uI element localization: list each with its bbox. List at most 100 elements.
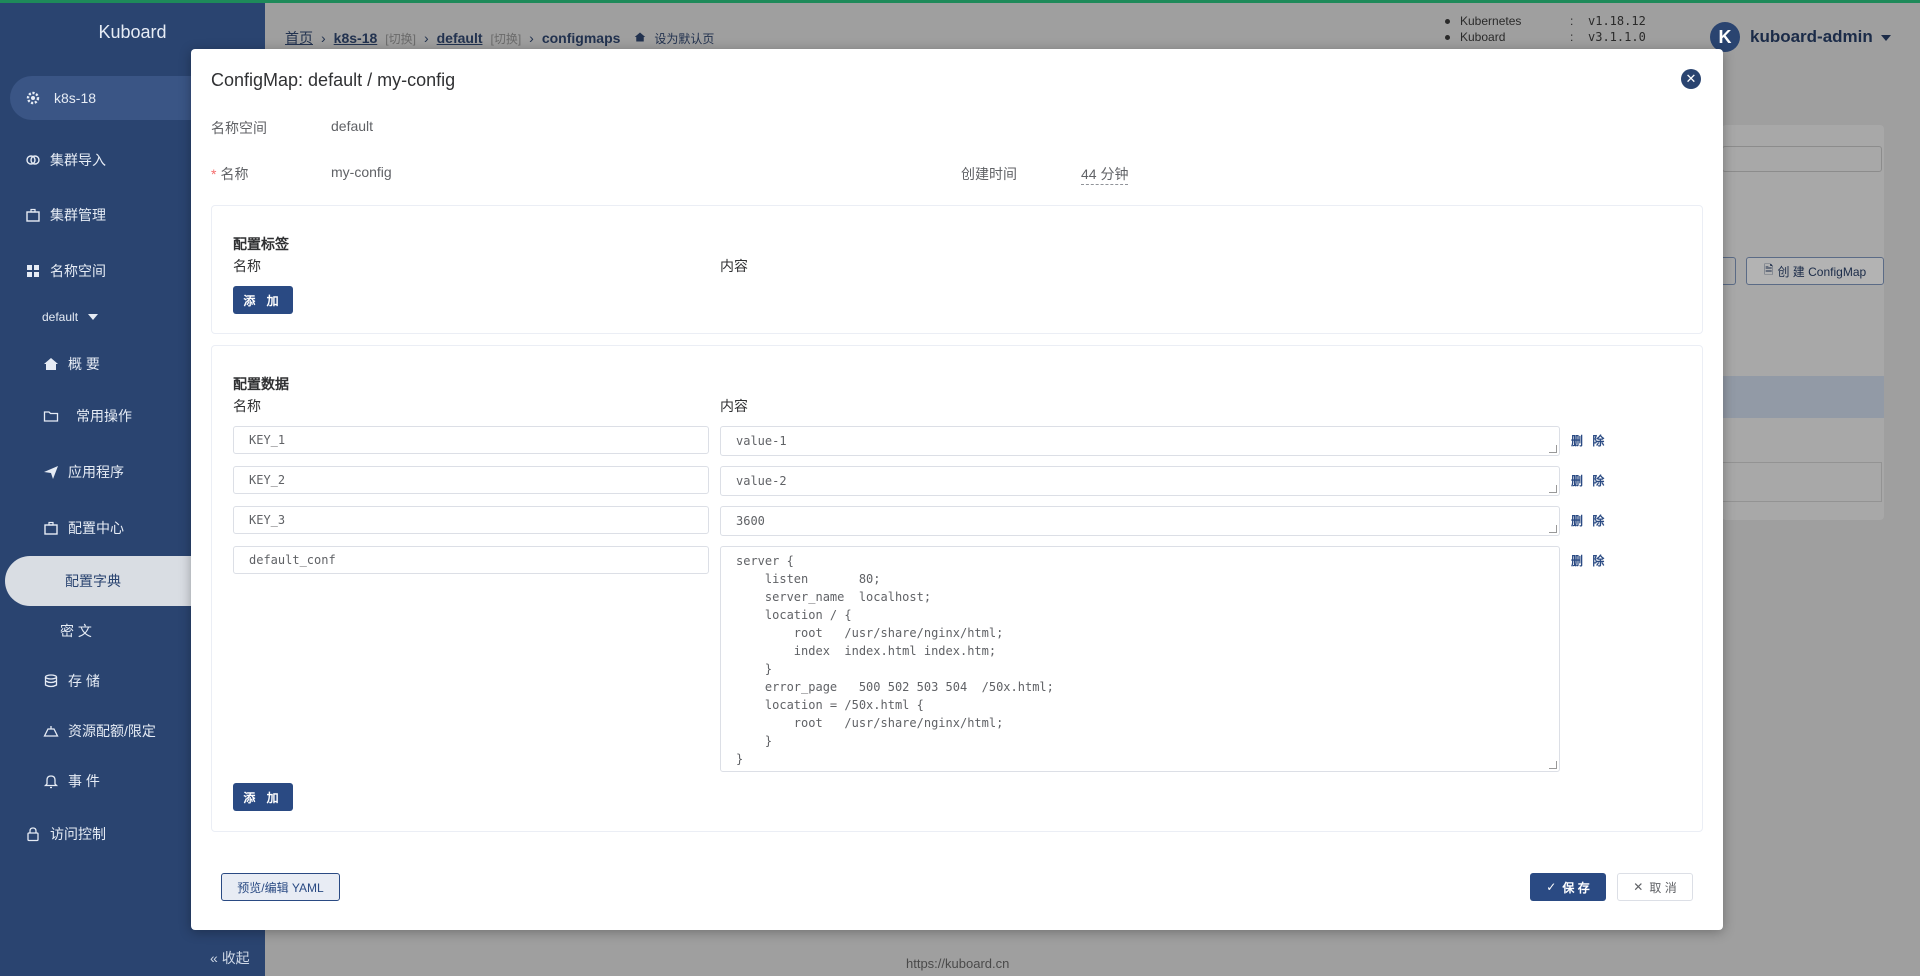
sidebar-item-label: 应用程序 [68,464,124,480]
switch-cluster-link[interactable]: [切换] [385,30,416,47]
namespace-label: 名称空间 [211,120,267,136]
caret-down-icon [1880,27,1891,47]
version-row: Kuboard : v3.1.1.0 [1445,29,1646,45]
resize-handle-icon[interactable] [1549,525,1557,533]
sidebar-item-namespace[interactable]: 名称空间 [24,256,106,286]
gauge-icon [42,722,60,740]
data-value-text: value-2 [736,474,787,488]
data-section: 配置数据 名称 内容 KEY_1 value-1 删 除 KEY_2 value… [211,345,1703,832]
cancel-button[interactable]: ✕ 取 消 [1617,873,1693,901]
add-data-button[interactable]: 添 加 [233,783,293,811]
data-key-input[interactable]: KEY_1 [233,426,709,454]
sidebar-item-label: 配置中心 [68,520,124,536]
breadcrumb-cluster[interactable]: k8s-18 [334,30,378,46]
check-icon: ✓ [1546,880,1557,894]
sidebar-item-overview[interactable]: 概 要 [42,349,100,379]
sidebar-item-apps[interactable]: 应用程序 [42,457,124,487]
add-label-button[interactable]: 添 加 [233,286,293,314]
data-value-text: server { listen 80; server_name localhos… [736,554,1054,766]
data-value-textarea[interactable]: value-2 [720,466,1560,496]
resize-handle-icon[interactable] [1549,761,1557,769]
data-key-input[interactable]: default_conf [233,546,709,574]
delete-row-button[interactable]: 删 除 [1571,432,1607,449]
top-accent-line [0,0,1920,3]
version-separator: : [1570,14,1574,28]
lock-icon [24,825,42,843]
sidebar-item-common-ops[interactable]: 常用操作 [42,401,132,431]
close-icon: ✕ [1685,71,1697,86]
app-logo: Kuboard [98,22,167,42]
gear-icon [24,89,42,107]
background-table-header [1722,376,1884,418]
home-icon [634,30,646,46]
database-icon [42,672,60,690]
folder-icon [42,407,60,425]
sidebar-item-storage[interactable]: 存 储 [42,666,100,696]
sidebar-item-label: 存 储 [68,673,100,689]
version-name: Kuboard [1460,30,1506,44]
data-value-text: value-1 [736,434,787,448]
user-menu[interactable]: K kuboard-admin [1710,22,1891,52]
sidebar-item-label: 概 要 [68,356,100,372]
sidebar-item-label: 常用操作 [76,408,132,424]
labels-section-title: 配置标签 [233,236,289,252]
sidebar-item-cluster-manage[interactable]: 集群管理 [24,200,106,230]
resize-handle-icon[interactable] [1549,445,1557,453]
sidebar-item-label: 事 件 [68,773,100,789]
sidebar-item-label: 密 文 [60,623,92,639]
sidebar-item-cluster-import[interactable]: 集群导入 [24,145,106,175]
data-value-textarea[interactable]: server { listen 80; server_name localhos… [720,546,1560,772]
namespace-selector-label: default [42,310,79,324]
bullet-icon [1445,34,1450,40]
breadcrumb-home[interactable]: 首页 [285,28,313,48]
grid-icon [24,262,42,280]
created-time-value: 44 分钟 [1081,164,1129,185]
save-button[interactable]: ✓ 保 存 [1530,873,1606,901]
document-icon: 🗎 [1763,262,1774,277]
namespace-value: default [331,118,374,134]
delete-row-button[interactable]: 删 除 [1571,512,1607,529]
background-button-edge [1722,257,1736,285]
version-separator: : [1570,30,1574,44]
collapse-sidebar-button[interactable]: « 收起 [210,948,250,968]
data-key-input[interactable]: KEY_2 [233,466,709,494]
created-time-label: 创建时间 [961,166,1017,182]
create-configmap-label: 创 建 ConfigMap [1777,264,1867,279]
sidebar-item-access-control[interactable]: 访问控制 [24,819,106,849]
data-value-text: 3600 [736,514,765,528]
breadcrumb: 首页 › k8s-18 [切换] › default [切换] › config… [285,28,714,48]
sidebar-item-label: 资源配额/限定 [68,723,156,739]
delete-row-button[interactable]: 删 除 [1571,552,1607,569]
version-value: v3.1.1.0 [1588,30,1646,44]
sidebar-item-secret[interactable]: 密 文 [60,616,92,646]
data-value-textarea[interactable]: value-1 [720,426,1560,456]
sidebar-item-quota[interactable]: 资源配额/限定 [42,716,156,746]
labels-content-header: 内容 [720,258,748,274]
set-default-page-link[interactable]: 设为默认页 [654,30,714,47]
double-chevron-left-icon: « [210,950,218,966]
preview-edit-yaml-button[interactable]: 预览/编辑 YAML [221,873,340,901]
namespace-selector[interactable]: default [42,302,99,332]
send-icon [42,463,60,481]
sidebar-item-label: 集群管理 [50,207,106,223]
data-section-title: 配置数据 [233,376,289,392]
close-icon: ✕ [1633,880,1644,894]
cancel-label: 取 消 [1649,880,1677,895]
data-key-input[interactable]: KEY_3 [233,506,709,534]
chevron-right-icon: › [529,30,534,46]
briefcase-icon [42,519,60,537]
switch-namespace-link[interactable]: [切换] [491,30,522,47]
breadcrumb-namespace[interactable]: default [437,30,483,46]
avatar: K [1710,22,1740,52]
collapse-label: 收起 [221,950,250,966]
sidebar-item-events[interactable]: 事 件 [42,766,100,796]
bullet-icon [1445,18,1450,24]
footer-link: https://kuboard.cn [906,956,1010,971]
sidebar-item-config-center[interactable]: 配置中心 [42,513,124,543]
close-dialog-button[interactable]: ✕ [1681,69,1701,89]
data-value-textarea[interactable]: 3600 [720,506,1560,536]
background-search-input [1722,146,1882,172]
delete-row-button[interactable]: 删 除 [1571,472,1607,489]
resize-handle-icon[interactable] [1549,485,1557,493]
version-name: Kubernetes [1460,14,1522,28]
